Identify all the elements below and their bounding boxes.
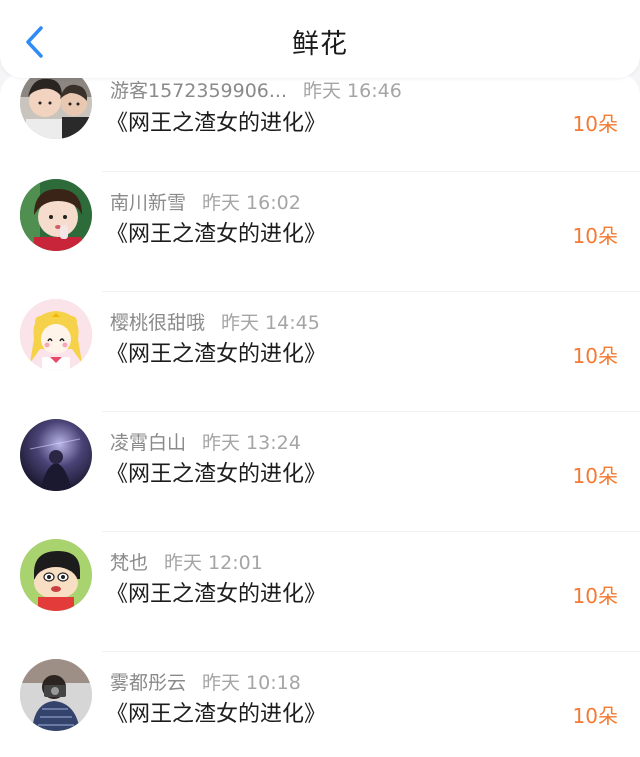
username[interactable]: 梵也 xyxy=(110,552,148,574)
username[interactable]: 南川新雪 xyxy=(110,192,186,214)
list-item[interactable]: 凌霄白山 昨天 13:24 《网王之渣女的进化》 10朵 xyxy=(20,412,640,532)
timestamp: 昨天 14:45 xyxy=(221,312,320,334)
meta-line: 游客1572359906... 昨天 16:46 xyxy=(110,76,402,103)
list-item[interactable]: 樱桃很甜哦 昨天 14:45 《网王之渣女的进化》 10朵 xyxy=(20,292,640,412)
meta-line: 雾都彤云 昨天 10:18 xyxy=(110,668,301,695)
avatar[interactable] xyxy=(20,419,92,491)
meta-line: 凌霄白山 昨天 13:24 xyxy=(110,428,301,455)
flower-count: 10朵 xyxy=(572,704,618,728)
book-title[interactable]: 《网王之渣女的进化》 xyxy=(106,576,326,608)
username[interactable]: 雾都彤云 xyxy=(110,672,186,694)
book-title[interactable]: 《网王之渣女的进化》 xyxy=(106,105,326,137)
book-title[interactable]: 《网王之渣女的进化》 xyxy=(106,216,326,248)
flower-count: 10朵 xyxy=(572,344,618,368)
flower-count: 10朵 xyxy=(572,584,618,608)
top-nav-bar: 鲜花 xyxy=(0,0,640,78)
flowers-page: 鲜花 游客1572359906... 昨天 16:46 《网王之渣女的进化》 1… xyxy=(0,0,640,757)
avatar[interactable] xyxy=(20,659,92,731)
book-title[interactable]: 《网王之渣女的进化》 xyxy=(106,336,326,368)
avatar[interactable] xyxy=(20,299,92,371)
list-item[interactable]: 南川新雪 昨天 16:02 《网王之渣女的进化》 10朵 xyxy=(20,172,640,292)
book-title[interactable]: 《网王之渣女的进化》 xyxy=(106,456,326,488)
flower-count: 10朵 xyxy=(572,224,618,248)
meta-line: 梵也 昨天 12:01 xyxy=(110,548,263,575)
book-title[interactable]: 《网王之渣女的进化》 xyxy=(106,696,326,728)
timestamp: 昨天 16:46 xyxy=(303,80,402,102)
page-title: 鲜花 xyxy=(292,29,348,60)
timestamp: 昨天 10:18 xyxy=(202,672,301,694)
username[interactable]: 游客1572359906... xyxy=(110,80,287,102)
list-item[interactable]: 游客1572359906... 昨天 16:46 《网王之渣女的进化》 10朵 xyxy=(20,67,640,172)
flower-count: 10朵 xyxy=(572,464,618,488)
flower-count: 10朵 xyxy=(572,112,618,136)
timestamp: 昨天 16:02 xyxy=(202,192,301,214)
timestamp: 昨天 12:01 xyxy=(164,552,263,574)
list-item[interactable]: 雾都彤云 昨天 10:18 《网王之渣女的进化》 10朵 xyxy=(20,652,640,757)
username[interactable]: 凌霄白山 xyxy=(110,432,186,454)
list-item[interactable]: 梵也 昨天 12:01 《网王之渣女的进化》 10朵 xyxy=(20,532,640,652)
timestamp: 昨天 13:24 xyxy=(202,432,301,454)
avatar[interactable] xyxy=(20,539,92,611)
flower-gift-list: 游客1572359906... 昨天 16:46 《网王之渣女的进化》 10朵 xyxy=(0,67,640,757)
username[interactable]: 樱桃很甜哦 xyxy=(110,312,205,334)
avatar[interactable] xyxy=(20,179,92,251)
meta-line: 樱桃很甜哦 昨天 14:45 xyxy=(110,308,320,335)
meta-line: 南川新雪 昨天 16:02 xyxy=(110,188,301,215)
